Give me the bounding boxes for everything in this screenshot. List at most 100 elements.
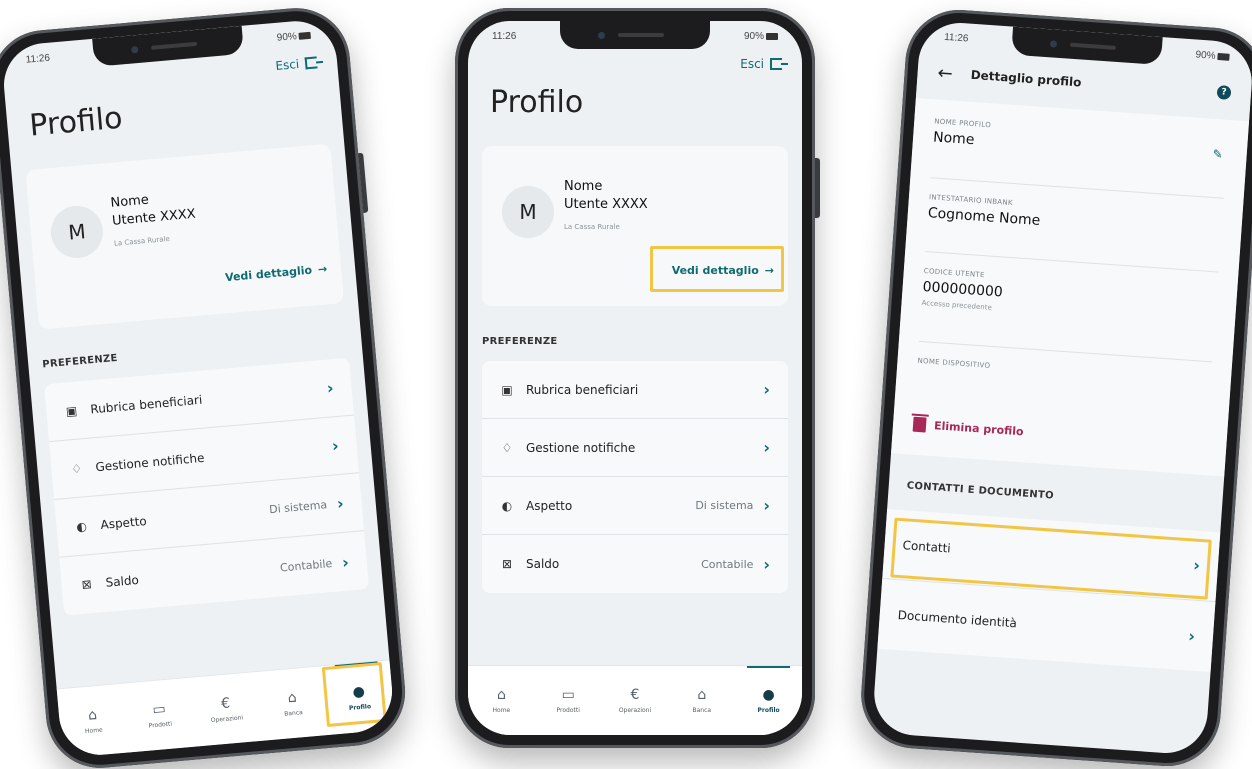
menu-item-value: Di sistema (268, 498, 328, 517)
avatar: M (502, 186, 554, 238)
tab-operazioni[interactable]: € Operazioni (602, 666, 669, 735)
avatar: M (48, 203, 106, 261)
tab-label: Home (492, 707, 511, 714)
phone-profile-tab: 11:26 90% Esci Profilo M Nome Utente XXX… (0, 3, 410, 769)
menu-item-label: Saldo (526, 557, 560, 571)
tab-prodotti[interactable]: ▭ Prodotti (535, 666, 602, 735)
menu-item-label: Gestione notifiche (526, 440, 636, 455)
back-arrow-icon[interactable]: ← (937, 62, 954, 84)
profile-bank: La Cassa Rurale (564, 223, 620, 231)
delete-profile-button[interactable]: Elimina profilo (912, 416, 1025, 440)
section-contatti-documento: CONTATTI E DOCUMENTO (906, 480, 1055, 502)
side-button (358, 152, 369, 213)
menu-item-label: Rubrica beneficiari (526, 382, 639, 397)
status-battery: 90% (744, 31, 778, 47)
chevron-right-icon: › (336, 493, 345, 514)
menu-item-value: Contabile (701, 557, 754, 571)
stage: 11:26 90% Esci Profilo M Nome Utente XXX… (0, 0, 1252, 769)
menu-item-rubrica[interactable]: ▣ Rubrica beneficiari › (482, 361, 788, 419)
home-icon: ⌂ (496, 687, 506, 703)
highlight-detail-link (650, 246, 784, 292)
field-intestatario: INTESTATARIO INBANK Cognome Nome (927, 193, 1222, 241)
battery-icon (766, 32, 778, 40)
contrast-icon: ◐ (501, 498, 513, 513)
tab-label: Operazioni (210, 714, 244, 725)
balance-icon: ⊠ (81, 577, 93, 592)
profile-name: Nome (564, 179, 603, 194)
chevron-right-icon: › (763, 380, 770, 399)
battery-icon (1217, 52, 1230, 61)
field-label: NOME DISPOSITIVO (917, 356, 991, 370)
tab-prodotti[interactable]: ▭ Prodotti (123, 678, 196, 753)
wallet-icon: ▭ (561, 687, 575, 703)
detail-header-title: Dettaglio profilo (970, 67, 1082, 90)
profile-bank: La Cassa Rurale (113, 234, 171, 248)
chevron-right-icon: › (341, 552, 350, 572)
section-preferenze: PREFERENZE (41, 352, 119, 371)
tab-operazioni[interactable]: € Operazioni (190, 672, 263, 747)
chevron-right-icon: › (331, 436, 340, 456)
detail-panel: NOME PROFILO Nome ✎ INTESTATARIO INBANK … (891, 98, 1250, 477)
detail-link[interactable]: Vedi dettaglio → (225, 262, 328, 284)
phone-profile-detail: 11:26 90% ← Dettaglio profilo ? NOME PRO… (857, 6, 1252, 769)
euro-icon: € (630, 687, 640, 703)
menu-item-label: Documento identità (897, 608, 1018, 631)
side-button (815, 158, 820, 218)
preferences-menu: ▣ Rubrica beneficiari › ♢ Gestione notif… (44, 357, 370, 616)
notch (560, 21, 710, 49)
tab-label: Banca (283, 709, 304, 718)
tab-label: Banca (692, 707, 712, 714)
tab-banca[interactable]: ⌂ Banca (256, 666, 329, 741)
profile-user: Utente XXXX (564, 197, 648, 212)
tab-label: Profilo (757, 707, 780, 714)
delete-profile-label: Elimina profilo (933, 419, 1025, 439)
profile-card: M Nome Utente XXXX La Cassa Rurale Vedi … (482, 146, 788, 306)
bell-icon: ♢ (70, 460, 83, 476)
contacts-book-icon: ▣ (501, 382, 513, 397)
battery-icon (298, 31, 311, 40)
euro-icon: € (220, 695, 231, 713)
contrast-icon: ◐ (75, 518, 88, 534)
status-time: 11:26 (492, 31, 517, 42)
tab-bar: ⌂ Home ▭ Prodotti € Operazioni ⌂ Banca ● Prof… (468, 665, 802, 735)
menu-item-aspetto[interactable]: ◐ Aspetto Di sistema › (482, 477, 788, 535)
status-battery: 90% (276, 30, 311, 49)
profile-name-block: Nome Utente XXXX La Cassa Rurale (110, 188, 198, 253)
tab-label: Operazioni (618, 707, 652, 714)
person-icon: ● (762, 687, 775, 703)
contacts-book-icon: ▣ (65, 403, 78, 419)
chevron-right-icon: › (763, 496, 770, 515)
help-icon[interactable]: ? (1216, 85, 1232, 100)
menu-item-saldo[interactable]: ⊠ Saldo Contabile › (482, 535, 788, 593)
tab-banca[interactable]: ⌂ Banca (668, 666, 735, 735)
menu-item-label: Rubrica beneficiari (89, 392, 203, 416)
phone-screen: 11:26 90% Esci Profilo M Nome Utente XXX… (0, 17, 396, 759)
notch (92, 25, 245, 67)
menu-item-label: Aspetto (99, 513, 148, 532)
phone-profile-detail-link: 11:26 90% Esci Profilo M Nome Utente XXX… (455, 8, 820, 748)
edit-icon[interactable]: ✎ (1212, 147, 1223, 162)
detail-link-label: Vedi dettaglio (224, 263, 313, 285)
trash-icon (912, 416, 927, 433)
menu-item-notifiche[interactable]: ♢ Gestione notifiche › (482, 419, 788, 477)
preferences-menu: ▣ Rubrica beneficiari › ♢ Gestione notif… (482, 361, 788, 593)
tab-home[interactable]: ⌂ Home (57, 684, 130, 759)
tab-label: Prodotti (148, 720, 173, 730)
profile-card: M Nome Utente XXXX La Cassa Rurale Vedi … (25, 143, 345, 330)
menu-item-label: Gestione notifiche (94, 450, 205, 474)
logout-label: Esci (740, 57, 764, 71)
wallet-icon: ▭ (151, 701, 167, 719)
menu-item-label: Saldo (105, 572, 140, 590)
bank-icon: ⌂ (697, 687, 707, 703)
tab-profilo[interactable]: ● Profilo (735, 666, 802, 735)
bell-icon: ♢ (501, 440, 513, 455)
field-codice-utente: CODICE UTENTE 000000000 Accesso preceden… (921, 267, 1217, 327)
menu-item-value: Di sistema (695, 499, 754, 512)
logout-button[interactable]: Esci (740, 57, 788, 71)
status-time: 11:26 (25, 52, 51, 66)
tab-home[interactable]: ⌂ Home (468, 666, 535, 735)
logout-button[interactable]: Esci (275, 55, 318, 73)
field-nome-dispositivo: NOME DISPOSITIVO (917, 357, 1211, 389)
tab-label: Prodotti (556, 707, 580, 714)
phone-screen: 11:26 90% ← Dettaglio profilo ? NOME PRO… (871, 20, 1252, 756)
